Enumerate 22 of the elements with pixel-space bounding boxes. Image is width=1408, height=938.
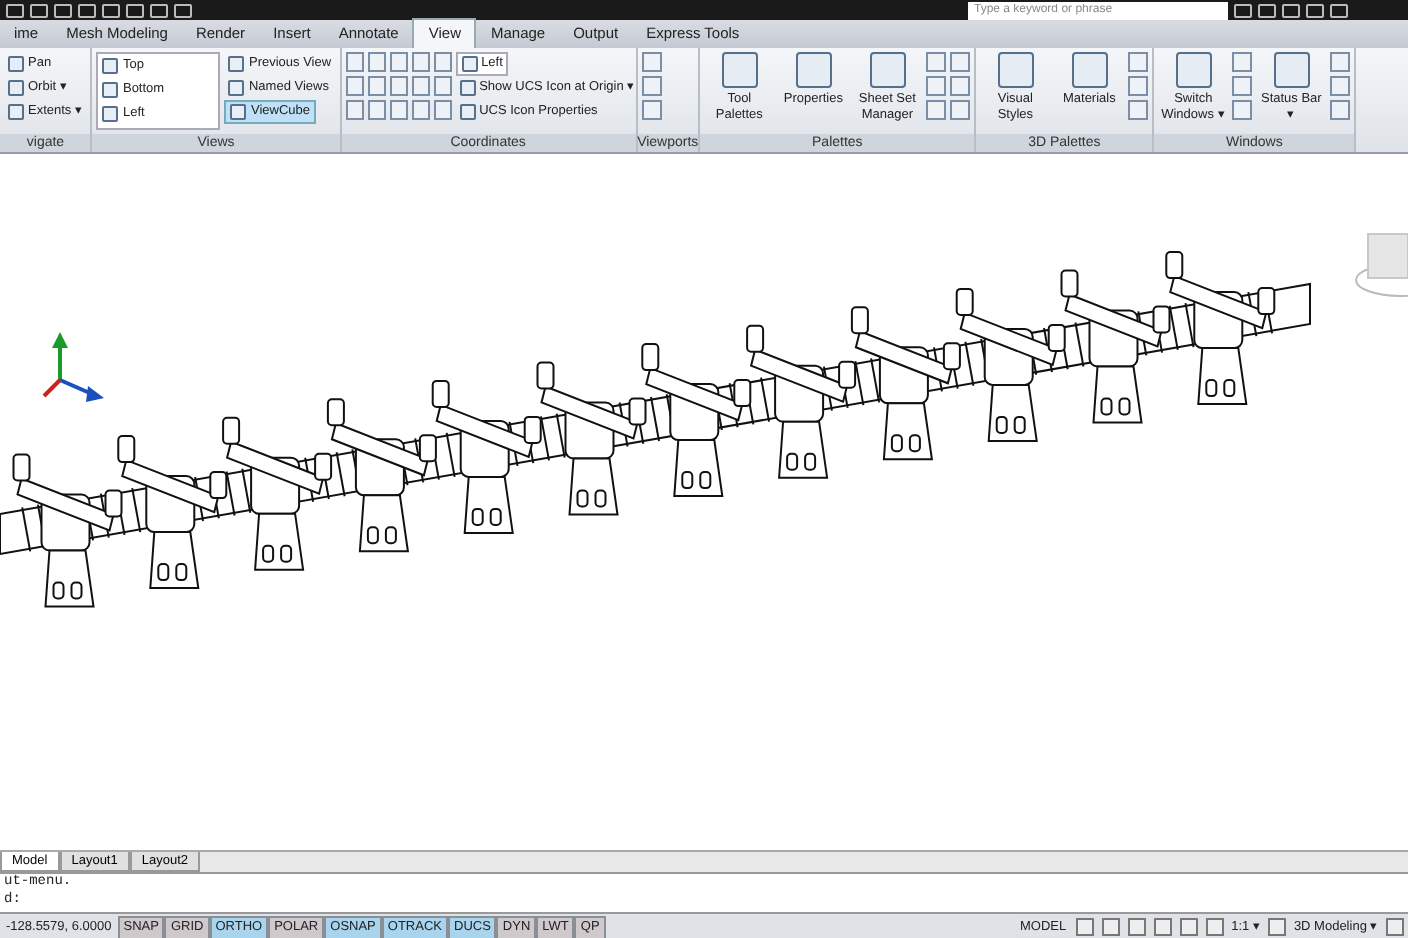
tool-icon[interactable] [1330,100,1351,120]
tool-icon[interactable] [1330,52,1351,72]
tool-icon[interactable] [641,76,662,96]
tool-icon[interactable] [1128,100,1149,120]
tool-icon[interactable] [1330,76,1351,96]
tool-icon[interactable] [926,76,947,96]
viewcube-icon[interactable] [1355,233,1408,297]
tool-icon[interactable] [950,100,971,120]
tool-icon[interactable] [1128,76,1149,96]
lock-icon[interactable] [1386,918,1404,936]
tool-icon[interactable] [950,52,971,72]
tool-icon[interactable] [1232,100,1253,120]
tool-icon[interactable] [926,52,947,72]
tool-icon[interactable] [1232,76,1253,96]
tool-icon[interactable] [1128,52,1149,72]
tool-icon[interactable] [926,100,947,120]
tool-icon[interactable] [641,52,662,72]
status-icon[interactable] [1268,918,1287,936]
ucs-icon [42,332,104,402]
tool-icon[interactable] [950,76,971,96]
tool-icon[interactable] [641,100,662,120]
tool-icon[interactable] [1232,52,1253,72]
